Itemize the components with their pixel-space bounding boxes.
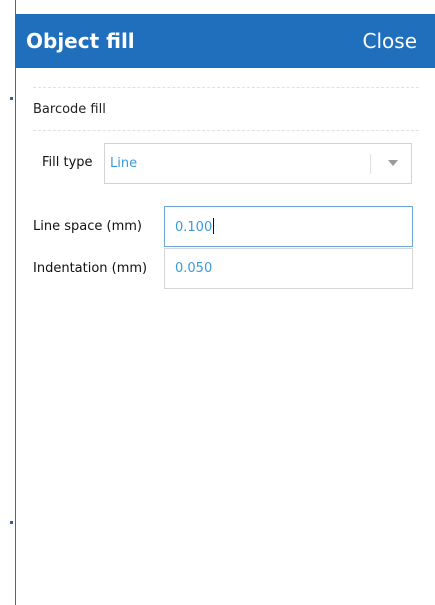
line-space-input[interactable]: 0.100 [164, 206, 413, 247]
object-fill-panel: Object fill Close Barcode fill Fill type… [0, 0, 435, 605]
chevron-down-icon[interactable] [388, 160, 398, 166]
indentation-label: Indentation (mm) [33, 261, 148, 276]
indentation-value: 0.050 [175, 261, 213, 276]
select-divider [370, 154, 371, 174]
section-divider [33, 130, 419, 131]
fill-type-select[interactable]: Line [104, 143, 412, 184]
section-title-barcode-fill: Barcode fill [33, 102, 106, 117]
indentation-input[interactable]: 0.050 [164, 248, 413, 289]
panel-left-border [15, 0, 16, 605]
text-caret [213, 218, 215, 234]
edge-marker [10, 97, 13, 100]
edge-marker [10, 521, 13, 524]
fill-type-value: Line [110, 156, 138, 171]
line-space-value: 0.100 [175, 218, 215, 235]
panel-header: Object fill Close [15, 14, 435, 68]
page-title: Object fill [26, 29, 135, 53]
close-button[interactable]: Close [363, 27, 417, 55]
line-space-label: Line space (mm) [33, 219, 142, 234]
section-divider [33, 87, 419, 88]
fill-type-label: Fill type [42, 155, 93, 170]
